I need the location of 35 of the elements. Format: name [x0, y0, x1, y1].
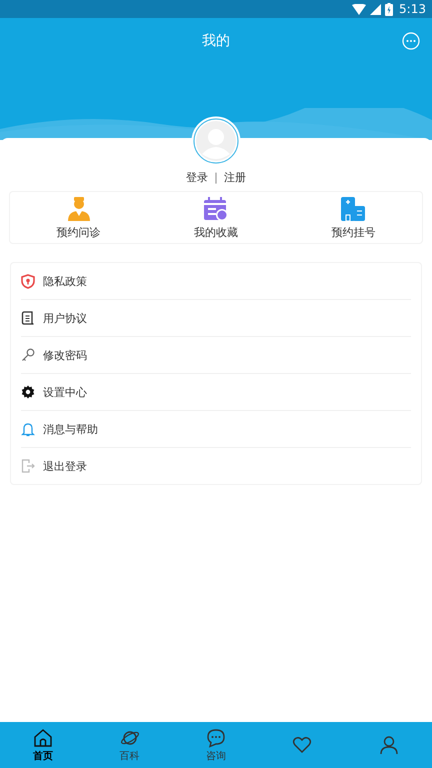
menu-item[interactable]: 隐私政策: [21, 263, 411, 300]
page-title: 我的: [202, 32, 230, 50]
shortcut-item[interactable]: 我的收藏: [147, 196, 285, 240]
heart-icon: [292, 735, 312, 755]
login-link[interactable]: 登录: [186, 170, 208, 185]
hospital-icon: [340, 196, 366, 222]
status-time: 5:13: [399, 2, 426, 16]
gear-icon: [21, 385, 35, 399]
doctor-icon: [66, 196, 92, 222]
home-icon: [33, 728, 54, 748]
menu-item[interactable]: 退出登录: [21, 448, 411, 484]
chat-icon: [206, 728, 226, 748]
register-link[interactable]: 注册: [224, 170, 246, 185]
tab-item[interactable]: 百科: [86, 722, 173, 768]
tab-item[interactable]: 咨询: [172, 722, 260, 768]
wifi-icon: [352, 4, 366, 14]
menu-item[interactable]: 用户协议: [21, 300, 411, 337]
menu-item[interactable]: 设置中心: [21, 374, 411, 411]
more-icon[interactable]: [402, 32, 420, 50]
shortcut-item[interactable]: 预约问诊: [10, 196, 148, 240]
shield-icon: [21, 274, 35, 288]
calendar-icon: [202, 196, 229, 222]
avatar-icon[interactable]: [191, 116, 241, 166]
tab-item[interactable]: 首页: [0, 722, 86, 768]
person-icon: [378, 735, 399, 755]
menu-item[interactable]: 消息与帮助: [21, 411, 411, 448]
key-icon: [21, 348, 35, 362]
battery-icon: [385, 2, 394, 16]
shortcut-item[interactable]: 预约挂号: [284, 196, 422, 240]
document-icon: [21, 311, 35, 325]
logout-icon: [21, 459, 35, 473]
menu-item[interactable]: 修改密码: [21, 337, 411, 374]
bell-icon: [21, 422, 35, 436]
signal-icon: [370, 4, 382, 14]
separator: |: [214, 171, 218, 184]
